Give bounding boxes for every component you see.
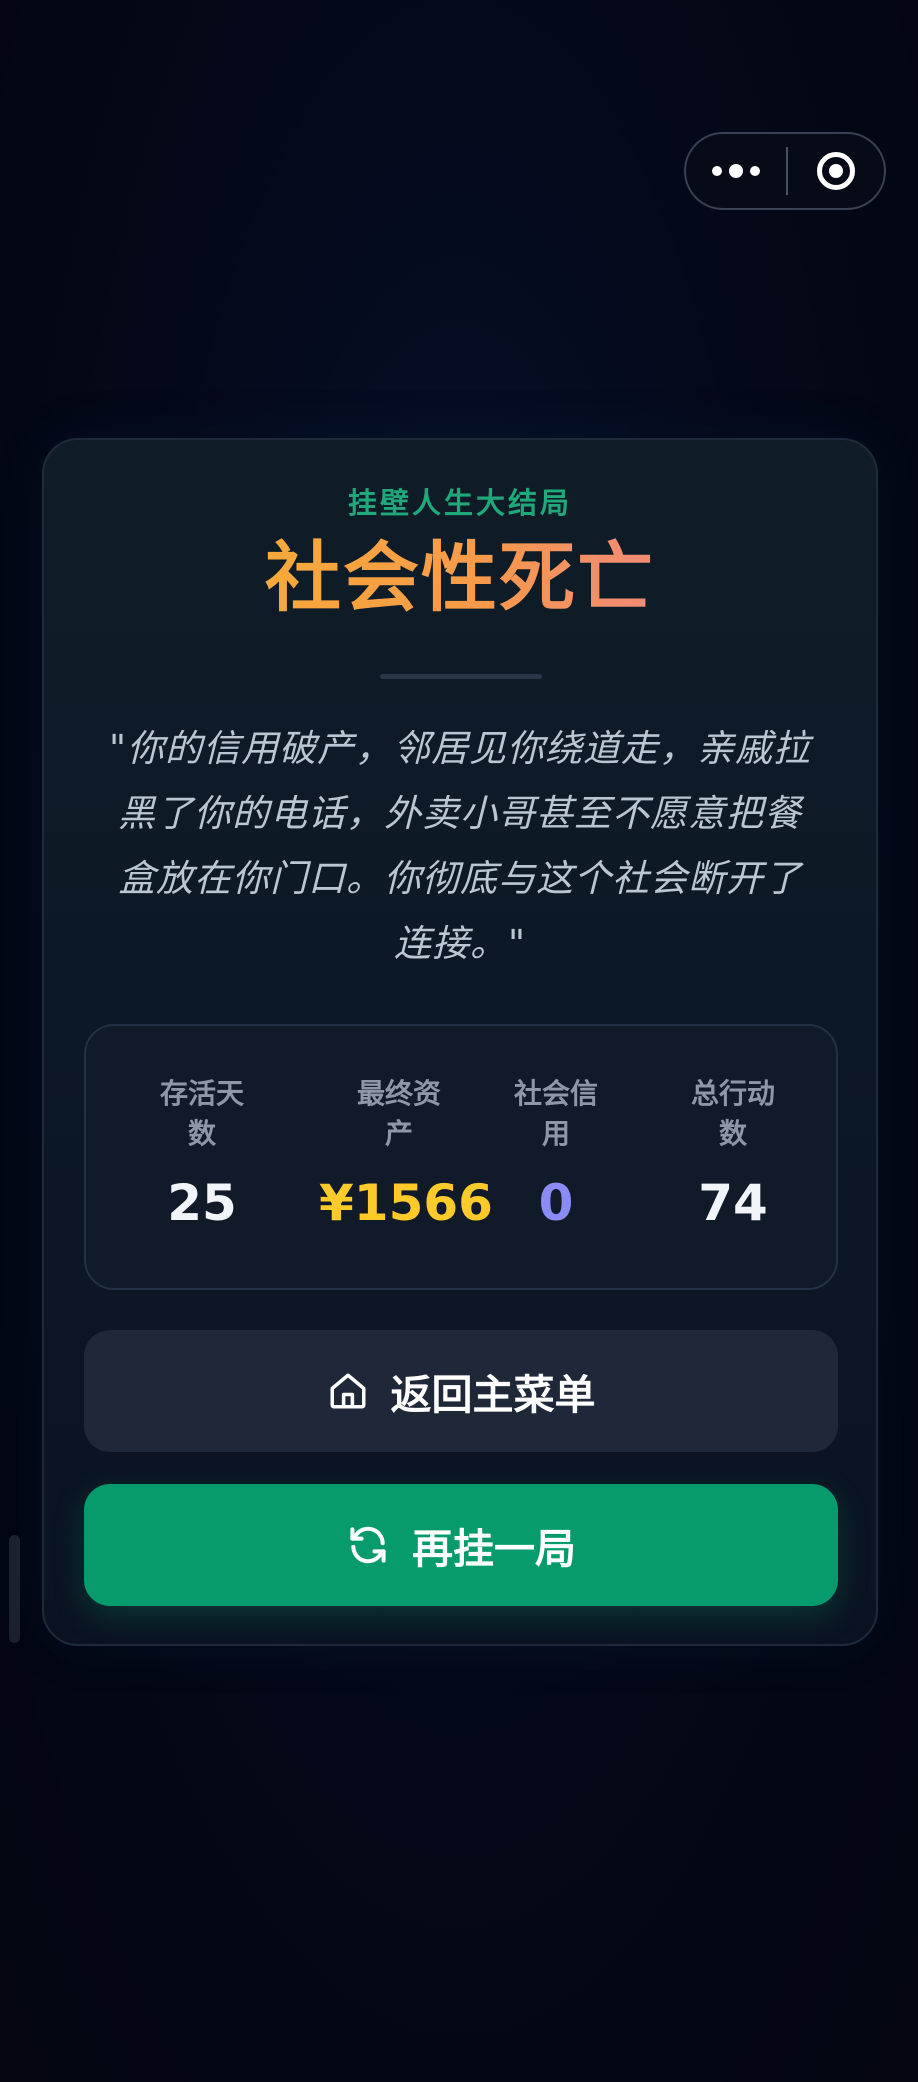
record-circle-icon[interactable] (788, 134, 884, 208)
more-dots-icon[interactable] (686, 134, 786, 208)
stat-label: 最终资产 (356, 1077, 441, 1150)
stat-total-actions: 总行动数 74 (673, 1074, 793, 1228)
stat-days-survived: 存活天数 25 (142, 1074, 262, 1228)
mini-program-capsule (684, 132, 886, 210)
result-title-text: 社会性死亡 (265, 533, 655, 622)
stat-label: 总行动数 (690, 1077, 775, 1150)
stat-value: 25 (167, 1174, 237, 1232)
refresh-icon (346, 1523, 390, 1567)
return-main-menu-button[interactable]: 返回主菜单 (84, 1330, 838, 1452)
return-main-menu-label: 返回主菜单 (390, 1371, 596, 1419)
stat-value: 74 (698, 1174, 768, 1232)
title-divider (380, 674, 542, 679)
result-title: 社会性死亡 (44, 540, 876, 616)
stat-social-credit: 社会信用 0 (496, 1074, 616, 1228)
play-again-button[interactable]: 再挂一局 (84, 1484, 838, 1606)
result-quote: "你的信用破产，邻居见你绕道走，亲戚拉黑了你的电话，外卖小哥甚至不愿意把餐盒放在… (108, 727, 812, 965)
play-again-label: 再挂一局 (412, 1525, 576, 1573)
stat-final-assets: 最终资产 ¥1566 (319, 1074, 493, 1232)
edge-scroll-indicator (9, 1535, 20, 1643)
stat-label: 社会信用 (513, 1077, 598, 1150)
home-icon (327, 1370, 369, 1412)
stats-panel: 存活天数 25 最终资产 ¥1566 社会信用 0 总行动数 74 (84, 1024, 838, 1290)
stat-label: 存活天数 (159, 1077, 244, 1150)
stat-value: ¥1566 (319, 1174, 493, 1232)
result-subtitle: 挂壁人生大结局 (347, 486, 572, 520)
result-card: 挂壁人生大结局 社会性死亡 "你的信用破产，邻居见你绕道走，亲戚拉黑了你的电话，… (42, 438, 878, 1646)
stat-value: 0 (538, 1174, 574, 1232)
